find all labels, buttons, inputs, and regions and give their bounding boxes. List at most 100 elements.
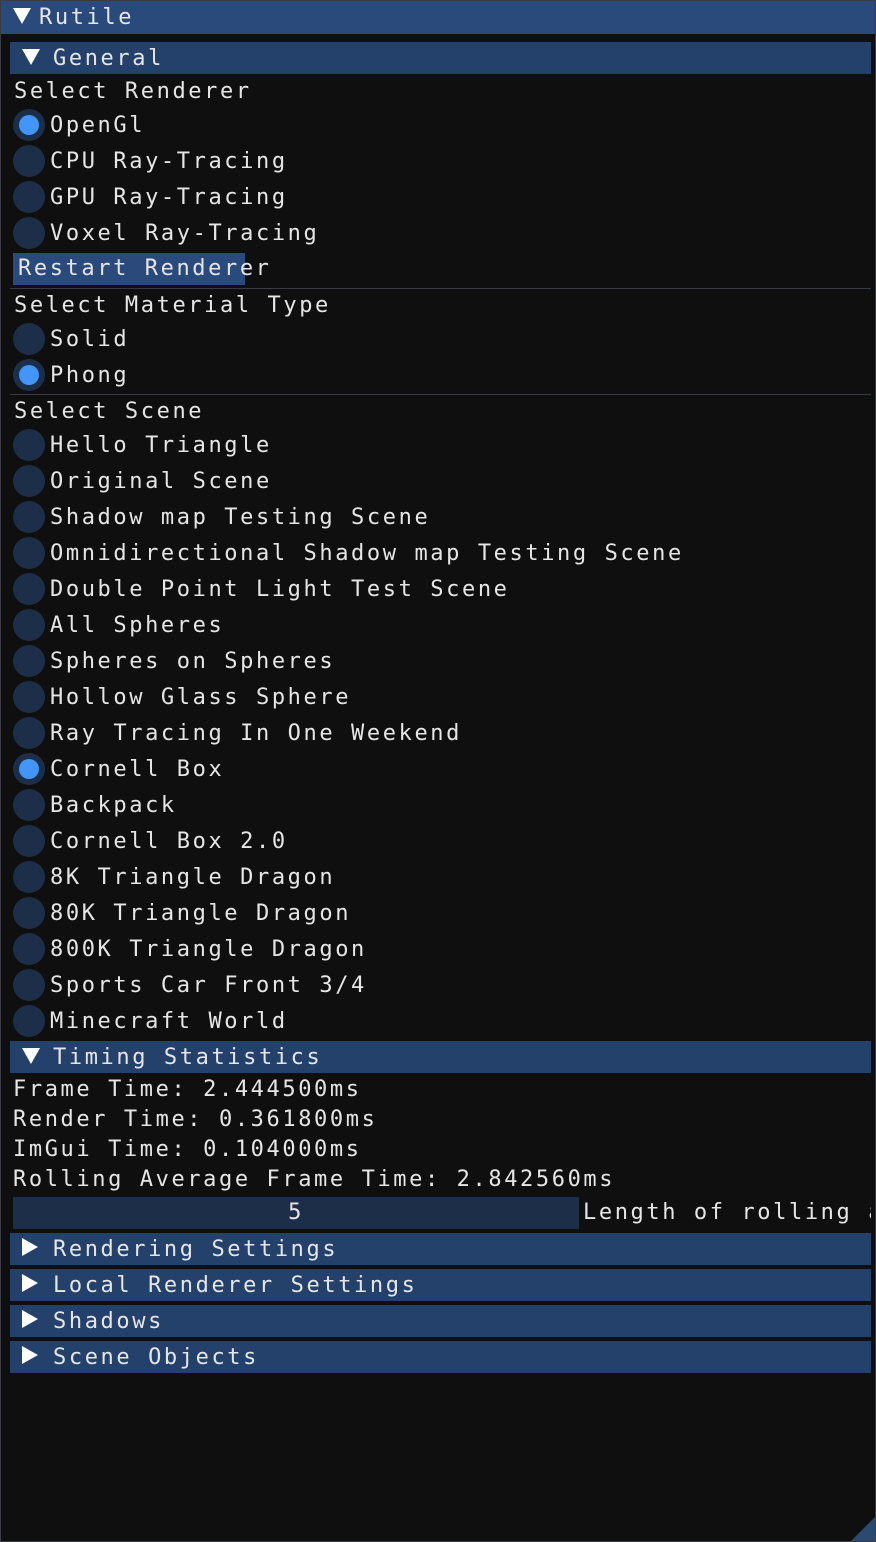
- collapse-arrow-icon[interactable]: [13, 5, 39, 30]
- local-renderer-settings-header[interactable]: Local Renderer Settings: [10, 1269, 871, 1301]
- renderer-radio[interactable]: GPU Ray-Tracing: [13, 181, 288, 213]
- rolling-average-text: Rolling Average Frame Time: 2.842560ms: [13, 1167, 616, 1192]
- local-renderer-settings-label: Local Renderer Settings: [53, 1272, 418, 1298]
- radio-circle-icon[interactable]: [13, 717, 45, 749]
- radio-circle-icon[interactable]: [13, 861, 45, 893]
- rolling-average-length-slider[interactable]: 5: [13, 1197, 579, 1229]
- renderer-option-label: CPU Ray-Tracing: [50, 148, 288, 174]
- general-header-label: General: [53, 45, 164, 71]
- radio-circle-icon[interactable]: [13, 933, 45, 965]
- scene-radio[interactable]: Original Scene: [13, 465, 272, 497]
- collapsed-arrow-icon: [22, 1237, 46, 1262]
- radio-circle-icon[interactable]: [13, 969, 45, 1001]
- scene-option-label: Shadow map Testing Scene: [50, 504, 431, 530]
- radio-circle-icon[interactable]: [13, 897, 45, 929]
- scene-radio[interactable]: 800K Triangle Dragon: [13, 933, 367, 965]
- scene-option-label: Minecraft World: [50, 1008, 288, 1034]
- scene-radio[interactable]: Hollow Glass Sphere: [13, 681, 351, 713]
- imgui-time-text: ImGui Time: 0.104000ms: [13, 1137, 362, 1162]
- renderer-option-label: Voxel Ray-Tracing: [50, 220, 320, 246]
- collapsed-arrow-icon: [22, 1309, 46, 1334]
- scene-option-label: All Spheres: [50, 612, 225, 638]
- radio-circle-icon[interactable]: [13, 573, 45, 605]
- resize-grip-icon[interactable]: [851, 1517, 875, 1541]
- select-renderer-label: Select Renderer: [14, 79, 252, 104]
- scene-option-label: Cornell Box 2.0: [50, 828, 288, 854]
- scene-radio[interactable]: Shadow map Testing Scene: [13, 501, 430, 533]
- renderer-option-label: OpenGl: [50, 112, 146, 138]
- radio-circle-icon[interactable]: [13, 501, 45, 533]
- radio-circle-icon[interactable]: [13, 681, 45, 713]
- rendering-settings-header[interactable]: Rendering Settings: [10, 1233, 871, 1265]
- radio-circle-icon[interactable]: [13, 181, 45, 213]
- scene-radio[interactable]: All Spheres: [13, 609, 224, 641]
- scene-radio[interactable]: Cornell Box 2.0: [13, 825, 288, 857]
- select-material-label: Select Material Type: [14, 293, 331, 318]
- material-option-label: Phong: [50, 362, 130, 388]
- rolling-average-length-label: Length of rolling ave: [583, 1200, 871, 1225]
- separator: [10, 394, 871, 395]
- shadows-label: Shadows: [53, 1308, 164, 1334]
- scene-radio[interactable]: Hello Triangle: [13, 429, 272, 461]
- scene-radio[interactable]: Double Point Light Test Scene: [13, 573, 510, 605]
- scene-option-label: Hollow Glass Sphere: [50, 684, 352, 710]
- timing-statistics-label: Timing Statistics: [53, 1044, 323, 1070]
- general-header[interactable]: General: [10, 42, 871, 74]
- rutile-window: Rutile General Select Renderer OpenGl CPU…: [0, 0, 876, 1542]
- scene-option-label: Ray Tracing In One Weekend: [50, 720, 462, 746]
- radio-circle-icon[interactable]: [13, 109, 45, 141]
- radio-circle-icon[interactable]: [13, 753, 45, 785]
- scene-radio[interactable]: Spheres on Spheres: [13, 645, 335, 677]
- radio-circle-icon[interactable]: [13, 645, 45, 677]
- scene-option-label: Original Scene: [50, 468, 272, 494]
- scene-option-label: Cornell Box: [50, 756, 225, 782]
- renderer-radio[interactable]: CPU Ray-Tracing: [13, 145, 288, 177]
- radio-circle-icon[interactable]: [13, 465, 45, 497]
- material-radio[interactable]: Phong: [13, 359, 129, 391]
- scene-option-label: Backpack: [50, 792, 177, 818]
- radio-circle-icon[interactable]: [13, 537, 45, 569]
- radio-circle-icon[interactable]: [13, 429, 45, 461]
- scene-option-label: Spheres on Spheres: [50, 648, 336, 674]
- scene-option-label: Hello Triangle: [50, 432, 272, 458]
- scene-option-label: 8K Triangle Dragon: [50, 864, 336, 890]
- scene-option-label: 80K Triangle Dragon: [50, 900, 352, 926]
- scene-radio[interactable]: Cornell Box: [13, 753, 224, 785]
- radio-circle-icon[interactable]: [13, 609, 45, 641]
- radio-circle-icon[interactable]: [13, 1005, 45, 1037]
- separator: [10, 288, 871, 289]
- scene-radio[interactable]: Sports Car Front 3/4: [13, 969, 367, 1001]
- collapsed-arrow-icon: [22, 1273, 46, 1298]
- scene-radio[interactable]: Ray Tracing In One Weekend: [13, 717, 462, 749]
- frame-time-text: Frame Time: 2.444500ms: [13, 1077, 362, 1102]
- radio-circle-icon[interactable]: [13, 789, 45, 821]
- scene-option-label: Sports Car Front 3/4: [50, 972, 367, 998]
- scene-objects-label: Scene Objects: [53, 1344, 259, 1370]
- scene-option-label: Double Point Light Test Scene: [50, 576, 510, 602]
- radio-circle-icon[interactable]: [13, 323, 45, 355]
- window-titlebar[interactable]: Rutile: [1, 1, 875, 34]
- material-option-label: Solid: [50, 326, 130, 352]
- restart-renderer-button[interactable]: Restart Renderer: [13, 253, 269, 285]
- scene-radio[interactable]: 8K Triangle Dragon: [13, 861, 335, 893]
- collapsed-arrow-icon: [22, 1345, 46, 1370]
- renderer-radio[interactable]: OpenGl: [13, 109, 145, 141]
- radio-circle-icon[interactable]: [13, 825, 45, 857]
- scene-option-label: Omnidirectional Shadow map Testing Scene: [50, 540, 684, 566]
- scene-radio[interactable]: 80K Triangle Dragon: [13, 897, 351, 929]
- material-radio[interactable]: Solid: [13, 323, 129, 355]
- expanded-arrow-icon: [22, 1045, 46, 1070]
- scene-radio[interactable]: Minecraft World: [13, 1005, 288, 1037]
- radio-circle-icon[interactable]: [13, 359, 45, 391]
- radio-circle-icon[interactable]: [13, 217, 45, 249]
- renderer-option-label: GPU Ray-Tracing: [50, 184, 288, 210]
- radio-circle-icon[interactable]: [13, 145, 45, 177]
- shadows-header[interactable]: Shadows: [10, 1305, 871, 1337]
- window-title: Rutile: [39, 5, 135, 30]
- timing-statistics-header[interactable]: Timing Statistics: [10, 1041, 871, 1073]
- scene-radio[interactable]: Omnidirectional Shadow map Testing Scene: [13, 537, 684, 569]
- render-time-text: Render Time: 0.361800ms: [13, 1107, 378, 1132]
- scene-radio[interactable]: Backpack: [13, 789, 177, 821]
- renderer-radio[interactable]: Voxel Ray-Tracing: [13, 217, 319, 249]
- scene-objects-header[interactable]: Scene Objects: [10, 1341, 871, 1373]
